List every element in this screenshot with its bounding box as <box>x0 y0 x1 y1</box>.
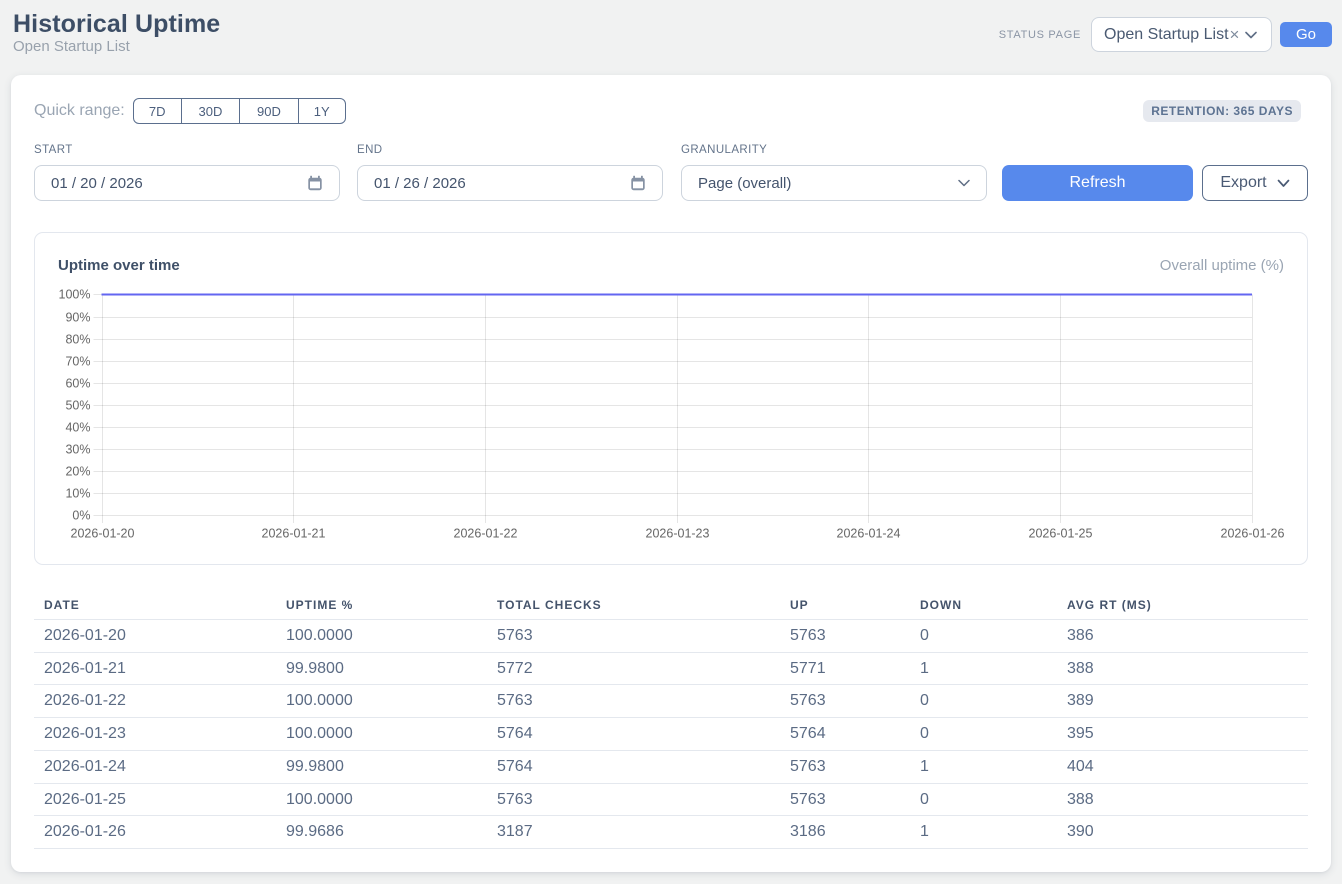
svg-text:10%: 10% <box>65 486 90 500</box>
svg-text:2026-01-23: 2026-01-23 <box>646 526 710 540</box>
svg-text:80%: 80% <box>65 332 90 346</box>
svg-text:20%: 20% <box>65 464 90 478</box>
svg-text:2026-01-21: 2026-01-21 <box>262 526 326 540</box>
svg-text:2026-01-25: 2026-01-25 <box>1029 526 1093 540</box>
svg-text:70%: 70% <box>65 354 90 368</box>
svg-text:2026-01-22: 2026-01-22 <box>454 526 518 540</box>
svg-text:100%: 100% <box>59 287 91 301</box>
svg-text:2026-01-24: 2026-01-24 <box>837 526 901 540</box>
svg-text:2026-01-20: 2026-01-20 <box>71 526 135 540</box>
svg-text:60%: 60% <box>65 376 90 390</box>
svg-text:30%: 30% <box>65 442 90 456</box>
svg-text:50%: 50% <box>65 398 90 412</box>
svg-text:0%: 0% <box>72 508 90 522</box>
svg-text:90%: 90% <box>65 310 90 324</box>
svg-text:2026-01-26: 2026-01-26 <box>1221 526 1285 540</box>
svg-text:40%: 40% <box>65 420 90 434</box>
